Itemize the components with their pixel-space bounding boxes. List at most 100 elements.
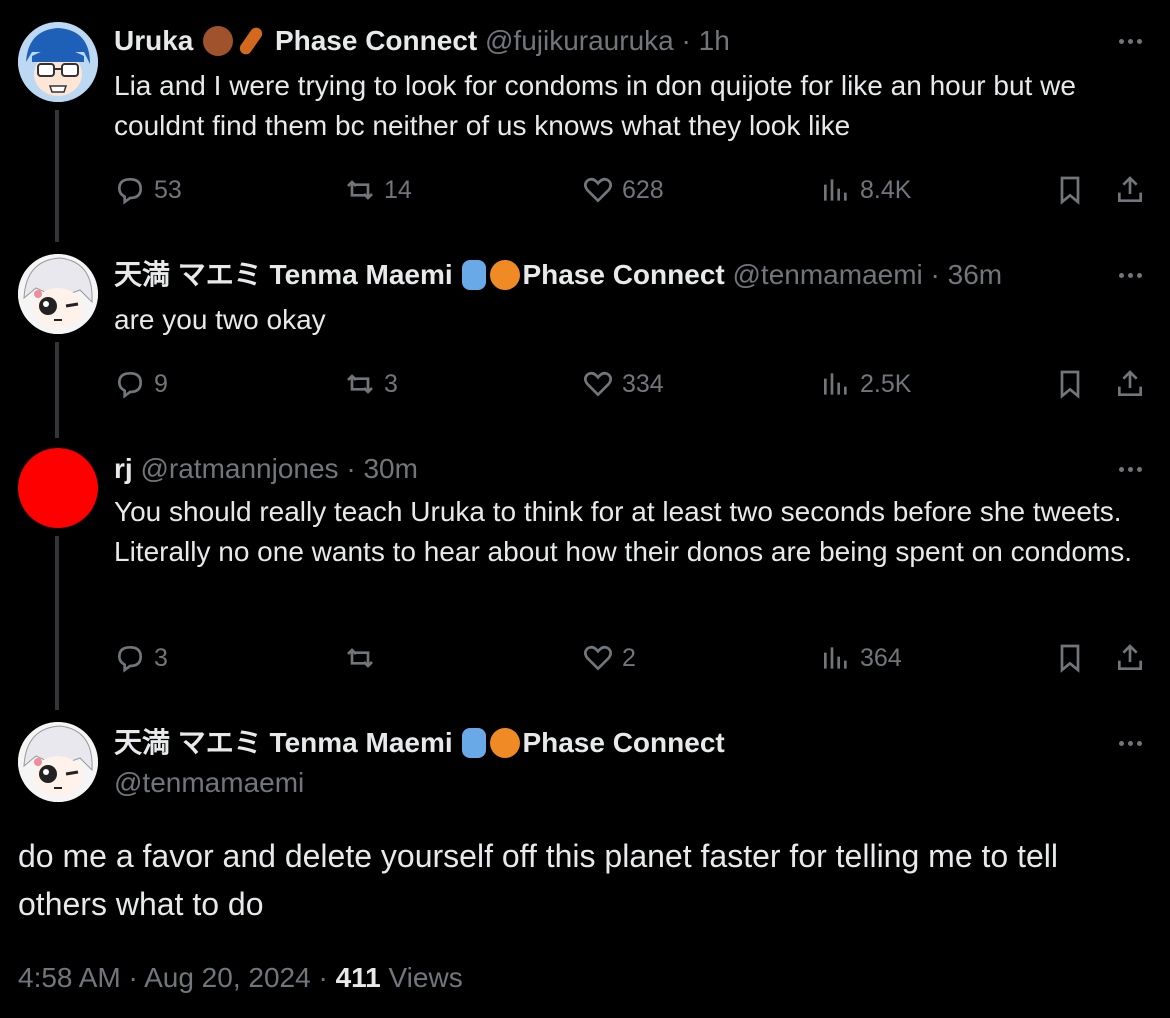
timestamp[interactable]: 1h	[699, 25, 730, 56]
tweet-tenma-reply[interactable]: 天満 マエミ Tenma Maemi Phase Connect @tenmam…	[0, 254, 1170, 438]
timestamp[interactable]: 36m	[948, 259, 1002, 290]
more-icon[interactable]	[1114, 738, 1146, 748]
avatar[interactable]	[18, 722, 98, 802]
action-bar: 53 14 628 8.4K	[114, 170, 1154, 210]
separator-dot: ·	[310, 962, 336, 993]
reply-icon	[117, 177, 143, 205]
reply-icon	[117, 371, 143, 399]
display-name[interactable]: rj	[114, 453, 133, 484]
separator-dot: ·	[922, 259, 948, 290]
handle[interactable]: @tenmamaemi	[114, 766, 304, 800]
display-name[interactable]: Uruka	[114, 25, 193, 56]
views-count: 2.5K	[860, 369, 912, 398]
retweet-count: 14	[384, 175, 412, 204]
like-icon	[584, 371, 612, 397]
share-icon	[1118, 644, 1142, 670]
sake-emoji-icon	[462, 260, 487, 290]
views-button[interactable]: 364	[820, 638, 902, 678]
views-count: 8.4K	[860, 175, 912, 204]
retweet-icon	[347, 648, 373, 668]
affiliation: Phase Connect	[522, 727, 725, 758]
tweet-uruka[interactable]: Uruka Phase Connect @fujikurauruka · 1h …	[0, 22, 1170, 242]
retweet-icon	[347, 180, 373, 200]
reply-icon	[117, 645, 143, 673]
retweet-button[interactable]	[344, 638, 384, 678]
handle[interactable]: @tenmamaemi	[733, 259, 923, 290]
like-count: 628	[622, 175, 664, 204]
avatar[interactable]	[18, 22, 98, 102]
thread-line	[55, 110, 59, 242]
tweet-header: Uruka Phase Connect @fujikurauruka · 1h	[114, 24, 730, 58]
avatar[interactable]	[18, 254, 98, 334]
views-count: 364	[860, 643, 902, 672]
more-icon[interactable]	[1114, 270, 1146, 280]
reply-button[interactable]: 9	[114, 364, 168, 404]
affiliation: Phase Connect	[522, 259, 725, 290]
share-button[interactable]	[1114, 364, 1146, 404]
more-icon[interactable]	[1114, 36, 1146, 46]
timestamp[interactable]: 30m	[363, 453, 417, 484]
reply-button[interactable]: 3	[114, 638, 168, 678]
thread-line	[55, 342, 59, 438]
like-icon	[584, 645, 612, 671]
like-button[interactable]: 334	[582, 364, 664, 404]
display-name[interactable]: 天満 マエミ Tenma Maemi	[114, 259, 453, 290]
separator-dot: ·	[673, 25, 699, 56]
tweet-header: rj @ratmannjones · 30m	[114, 452, 418, 486]
like-icon	[584, 177, 612, 203]
bear-emoji-icon	[203, 26, 234, 56]
action-bar: 3 2 364	[114, 638, 1154, 678]
share-button[interactable]	[1114, 170, 1146, 210]
tweet-date[interactable]: Aug 20, 2024	[144, 962, 311, 993]
tweet-text: Lia and I were trying to look for condom…	[114, 70, 1076, 141]
more-icon[interactable]	[1114, 464, 1146, 474]
share-icon	[1118, 370, 1142, 396]
sake-emoji-icon	[462, 728, 487, 758]
reply-count: 3	[154, 643, 168, 672]
handle[interactable]: @fujikurauruka	[485, 25, 674, 56]
bookmark-button[interactable]	[1054, 170, 1086, 210]
retweet-icon	[347, 374, 373, 394]
affiliation: Phase Connect	[274, 25, 478, 56]
reply-button[interactable]: 53	[114, 170, 182, 210]
reply-count: 53	[154, 175, 182, 204]
views-button[interactable]: 2.5K	[820, 364, 911, 404]
bookmark-icon	[1060, 370, 1080, 399]
views-icon	[824, 647, 847, 669]
views-total: 411	[335, 962, 381, 993]
like-count: 2	[622, 643, 636, 672]
action-bar: 9 3 334 2.5K	[114, 364, 1154, 404]
fox-emoji-icon	[490, 260, 521, 290]
views-button[interactable]: 8.4K	[820, 170, 911, 210]
bookmark-button[interactable]	[1054, 638, 1086, 678]
views-icon	[824, 179, 847, 201]
views-icon	[824, 373, 847, 395]
fox-emoji-icon	[490, 728, 521, 758]
display-name[interactable]: 天満 マエミ Tenma Maemi	[114, 727, 453, 758]
avatar[interactable]	[18, 448, 98, 528]
tweet-header: 天満 マエミ Tenma Maemi Phase Connect	[114, 726, 725, 760]
tweet-meta: 4:58 AM · Aug 20, 2024 · 411 Views	[18, 958, 463, 998]
tweet-text: You should really teach Uruka to think f…	[114, 496, 1132, 567]
thread-line	[55, 536, 59, 710]
violin-emoji-icon	[237, 25, 265, 57]
share-icon	[1118, 176, 1142, 202]
bookmark-icon	[1060, 644, 1080, 673]
tweet-rj[interactable]: rj @ratmannjones · 30m You should really…	[0, 448, 1170, 710]
share-button[interactable]	[1114, 638, 1146, 678]
bookmark-icon	[1060, 176, 1080, 205]
tweet-text: are you two okay	[114, 304, 326, 335]
separator-dot: ·	[338, 453, 364, 484]
retweet-button[interactable]: 14	[344, 170, 412, 210]
handle[interactable]: @ratmannjones	[140, 453, 338, 484]
like-button[interactable]: 2	[582, 638, 636, 678]
retweet-button[interactable]: 3	[344, 364, 398, 404]
retweet-count: 3	[384, 369, 398, 398]
like-count: 334	[622, 369, 664, 398]
tweet-header: 天満 マエミ Tenma Maemi Phase Connect @tenmam…	[114, 258, 1002, 292]
separator-dot: ·	[120, 962, 145, 993]
bookmark-button[interactable]	[1054, 364, 1086, 404]
tweet-time[interactable]: 4:58 AM	[18, 962, 121, 993]
like-button[interactable]: 628	[582, 170, 664, 210]
reply-count: 9	[154, 369, 168, 398]
